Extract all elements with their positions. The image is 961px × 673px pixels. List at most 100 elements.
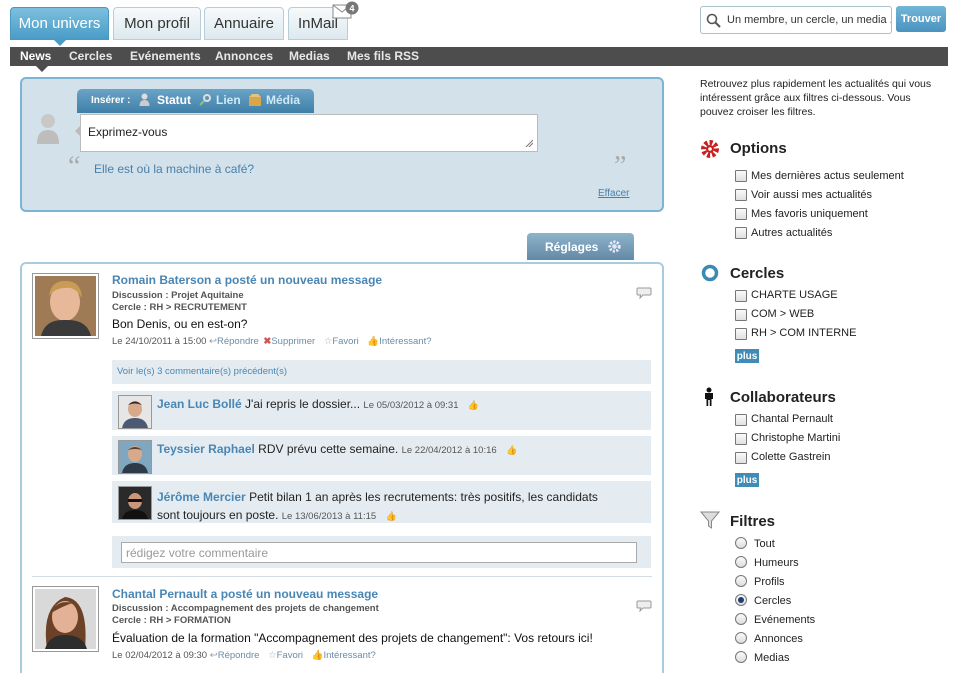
comment-date: Le 05/03/2012 à 09:31 xyxy=(363,400,459,411)
reply-link[interactable]: Répondre xyxy=(218,650,260,661)
option-label[interactable]: Mes dernières actus seulement xyxy=(751,170,904,182)
checkbox[interactable] xyxy=(735,170,747,182)
checkbox[interactable] xyxy=(735,208,747,220)
checkbox[interactable] xyxy=(735,414,747,426)
favorite-link[interactable]: Favori xyxy=(277,650,303,661)
resize-grip-icon[interactable] xyxy=(525,139,533,147)
insert-lien[interactable]: Lien xyxy=(216,93,241,107)
post-title[interactable]: Romain Baterson a posté un nouveau messa… xyxy=(112,273,382,287)
favorite-link[interactable]: Favori xyxy=(332,336,358,347)
cercles-plus-button[interactable]: plus xyxy=(735,349,759,363)
person-photo xyxy=(119,487,151,519)
option-label[interactable]: Voir aussi mes actualités xyxy=(751,189,872,201)
comment-bubble-icon[interactable] xyxy=(636,600,652,612)
subnav-evenements[interactable]: Evénements xyxy=(130,49,201,63)
thumb-icon: 👍 xyxy=(311,650,324,661)
filter-label[interactable]: Humeurs xyxy=(754,557,799,569)
checkbox[interactable] xyxy=(735,433,747,445)
insert-statut[interactable]: Statut xyxy=(157,93,191,107)
tab-label: Annuaire xyxy=(213,15,275,32)
post-body: Évaluation de la formation "Accompagneme… xyxy=(112,631,593,645)
comment-content: Jérôme Mercier Petit bilan 1 an après le… xyxy=(157,488,598,526)
filter-label[interactable]: Annonces xyxy=(754,633,803,645)
comment-author[interactable]: Jérôme Mercier xyxy=(157,490,246,504)
radio-button[interactable] xyxy=(735,594,747,606)
post-discussion: Discussion : Projet Aquitaine xyxy=(112,290,244,301)
collaborateur-label[interactable]: Colette Gastrein xyxy=(751,451,830,463)
radio-button[interactable] xyxy=(735,651,747,663)
checkbox[interactable] xyxy=(735,452,747,464)
checkbox[interactable] xyxy=(735,309,747,321)
comment-date: Le 22/04/2012 à 10:16 xyxy=(401,445,497,456)
delete-link[interactable]: Supprimer xyxy=(271,336,315,347)
radio-button[interactable] xyxy=(735,613,747,625)
radio-button[interactable] xyxy=(735,632,747,644)
reply-link[interactable]: Répondre xyxy=(217,336,259,347)
collaborateur-label[interactable]: Christophe Martini xyxy=(751,432,840,444)
tab-annuaire[interactable]: Annuaire xyxy=(204,7,284,40)
settings-button[interactable]: Réglages xyxy=(527,233,634,260)
checkbox[interactable] xyxy=(735,328,747,340)
filter-label[interactable]: Evénements xyxy=(754,614,815,626)
post-date: Le 24/10/2011 à 15:00 xyxy=(112,336,207,347)
cercle-label[interactable]: COM > WEB xyxy=(751,308,814,320)
thumb-icon[interactable]: 👍 xyxy=(468,400,479,410)
clear-link[interactable]: Effacer xyxy=(598,188,630,199)
subnav-news[interactable]: News xyxy=(20,49,51,63)
filter-label[interactable]: Medias xyxy=(754,652,789,664)
checkbox[interactable] xyxy=(735,290,747,302)
comment-author[interactable]: Jean Luc Bollé xyxy=(157,397,242,411)
thumb-icon: 👍 xyxy=(367,336,380,347)
filter-label[interactable]: Profils xyxy=(754,576,785,588)
collaborateur-label[interactable]: Chantal Pernault xyxy=(751,413,833,425)
checkbox[interactable] xyxy=(735,189,747,201)
comment-content: Jean Luc Bollé J'ai repris le dossier...… xyxy=(157,397,479,411)
intro-line: pouvez croiser les filtres. xyxy=(700,106,816,118)
subnav-rss[interactable]: Mes fils RSS xyxy=(347,49,419,63)
thumb-icon[interactable]: 👍 xyxy=(386,511,397,521)
cercle-label[interactable]: RH > COM INTERNE xyxy=(751,327,856,339)
person-photo xyxy=(119,396,151,428)
option-label[interactable]: Mes favoris uniquement xyxy=(751,208,868,220)
cercles-title: Cercles xyxy=(730,265,785,282)
previous-comments-label: Voir le(s) 3 commentaire(s) précédent(s) xyxy=(117,366,287,377)
previous-comments-link[interactable]: Voir le(s) 3 commentaire(s) précédent(s) xyxy=(112,360,651,384)
comment-input[interactable]: rédigez votre commentaire xyxy=(121,542,637,563)
radio-button[interactable] xyxy=(735,575,747,587)
filter-label[interactable]: Tout xyxy=(754,538,775,550)
checkbox[interactable] xyxy=(735,227,747,239)
person-photo xyxy=(35,276,96,336)
avatar[interactable] xyxy=(32,586,99,652)
comment-avatar[interactable] xyxy=(118,440,152,474)
subnav-annonces[interactable]: Annonces xyxy=(215,49,273,63)
comment-bubble-icon[interactable] xyxy=(636,287,652,299)
avatar[interactable] xyxy=(32,273,99,339)
status-input[interactable]: Exprimez-vous xyxy=(80,114,538,152)
sub-navigation: News Cercles Evénements Annonces Medias … xyxy=(10,47,948,72)
tab-mon-profil[interactable]: Mon profil xyxy=(113,7,201,40)
search-input[interactable]: Un membre, un cercle, un media ... xyxy=(700,6,892,34)
cercle-label[interactable]: CHARTE USAGE xyxy=(751,289,838,301)
subnav-medias[interactable]: Medias xyxy=(289,49,330,63)
gear-icon xyxy=(608,240,621,253)
insert-media[interactable]: Média xyxy=(266,93,300,107)
tab-inmail[interactable]: InMail 4 xyxy=(288,1,359,40)
thumb-icon[interactable]: 👍 xyxy=(506,445,517,455)
comment-author[interactable]: Teyssier Raphael xyxy=(157,442,255,456)
comment-avatar[interactable] xyxy=(118,486,152,520)
post-actions: Le 02/04/2012 à 09:30 ↩Répondre ☆Favori … xyxy=(112,650,376,661)
subnav-cercles[interactable]: Cercles xyxy=(69,49,112,63)
comment-avatar[interactable] xyxy=(118,395,152,429)
gear-icon xyxy=(701,140,719,158)
search-button[interactable]: Trouver xyxy=(896,6,946,32)
collaborateurs-plus-button[interactable]: plus xyxy=(735,473,759,487)
interest-link[interactable]: Intéressant? xyxy=(324,650,376,661)
radio-button[interactable] xyxy=(735,556,747,568)
interest-link[interactable]: Intéressant? xyxy=(379,336,431,347)
post-discussion: Discussion : Accompagnement des projets … xyxy=(112,603,379,614)
option-label[interactable]: Autres actualités xyxy=(751,227,832,239)
radio-button[interactable] xyxy=(735,537,747,549)
filter-label[interactable]: Cercles xyxy=(754,595,791,607)
post-title[interactable]: Chantal Pernault a posté un nouveau mess… xyxy=(112,587,378,601)
tab-mon-univers[interactable]: Mon univers xyxy=(10,7,109,46)
